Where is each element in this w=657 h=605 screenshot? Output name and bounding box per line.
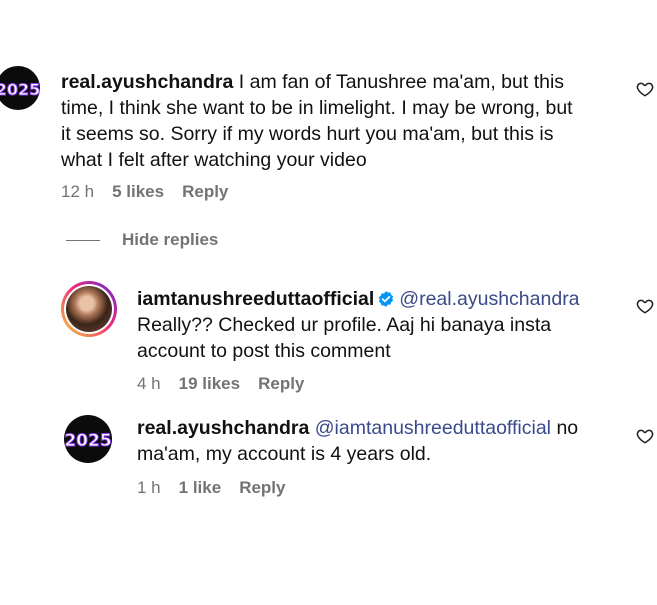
divider-line bbox=[66, 239, 100, 241]
comment-username[interactable]: iamtanushreeduttaofficial bbox=[137, 288, 374, 310]
comment-line: account to post this comment bbox=[137, 340, 391, 362]
avatar-2025-logo: 2025 bbox=[0, 80, 40, 100]
profile-photo bbox=[66, 286, 112, 332]
likes-count[interactable]: 5 likes bbox=[112, 182, 164, 202]
hide-replies-label: Hide replies bbox=[122, 230, 219, 249]
comment-text: real.ayushchandra I am fan of Tanushree … bbox=[61, 69, 621, 173]
avatar[interactable]: 2025 bbox=[0, 66, 40, 110]
reply-button[interactable]: Reply bbox=[239, 478, 285, 498]
comment-username[interactable]: real.ayushchandra bbox=[61, 71, 233, 93]
avatar[interactable] bbox=[61, 281, 117, 337]
comment-line: no bbox=[556, 417, 579, 439]
avatar-2025-logo: 2025 bbox=[64, 431, 112, 452]
comment-line: time, I think she want to be in limeligh… bbox=[61, 97, 573, 119]
comment-line: I am fan of Tanushree ma'am, but this bbox=[238, 71, 565, 93]
heart-icon[interactable] bbox=[636, 427, 654, 445]
comment-meta: 12 h 5 likes Reply bbox=[61, 182, 228, 202]
mention-link[interactable]: @real.ayushchandra bbox=[399, 288, 579, 310]
comment-username[interactable]: real.ayushchandra bbox=[137, 417, 309, 439]
likes-count[interactable]: 19 likes bbox=[179, 374, 240, 394]
story-ring-inner bbox=[64, 284, 114, 334]
svg-text:2025: 2025 bbox=[0, 80, 40, 99]
comment-line: what I felt after watching your video bbox=[61, 149, 367, 171]
hide-replies-button[interactable]: Hide replies bbox=[66, 230, 218, 250]
verified-icon bbox=[379, 291, 394, 307]
comment-meta: 1 h 1 like Reply bbox=[137, 478, 285, 498]
comment-text: real.ayushchandra @iamtanushreeduttaoffi… bbox=[137, 415, 627, 467]
comment-line: it seems so. Sorry if my words hurt you … bbox=[61, 123, 554, 145]
comment-line: Really?? Checked ur profile. Aaj hi bana… bbox=[137, 314, 552, 336]
likes-count[interactable]: 1 like bbox=[179, 478, 222, 498]
comment-time: 1 h bbox=[137, 478, 161, 497]
comment-text: iamtanushreeduttaofficial @real.ayushchan… bbox=[137, 286, 627, 364]
comment-time: 4 h bbox=[137, 374, 161, 393]
comment-time: 12 h bbox=[61, 182, 95, 201]
svg-text:2025: 2025 bbox=[64, 431, 111, 451]
comment-meta: 4 h 19 likes Reply bbox=[137, 374, 304, 394]
reply-button[interactable]: Reply bbox=[182, 182, 228, 202]
reply-button[interactable]: Reply bbox=[258, 374, 304, 394]
heart-icon[interactable] bbox=[636, 80, 654, 98]
heart-icon[interactable] bbox=[636, 297, 654, 315]
avatar[interactable]: 2025 bbox=[64, 415, 112, 463]
comment-line: ma'am, my account is 4 years old. bbox=[137, 443, 432, 465]
mention-link[interactable]: @iamtanushreeduttaofficial bbox=[315, 417, 551, 439]
